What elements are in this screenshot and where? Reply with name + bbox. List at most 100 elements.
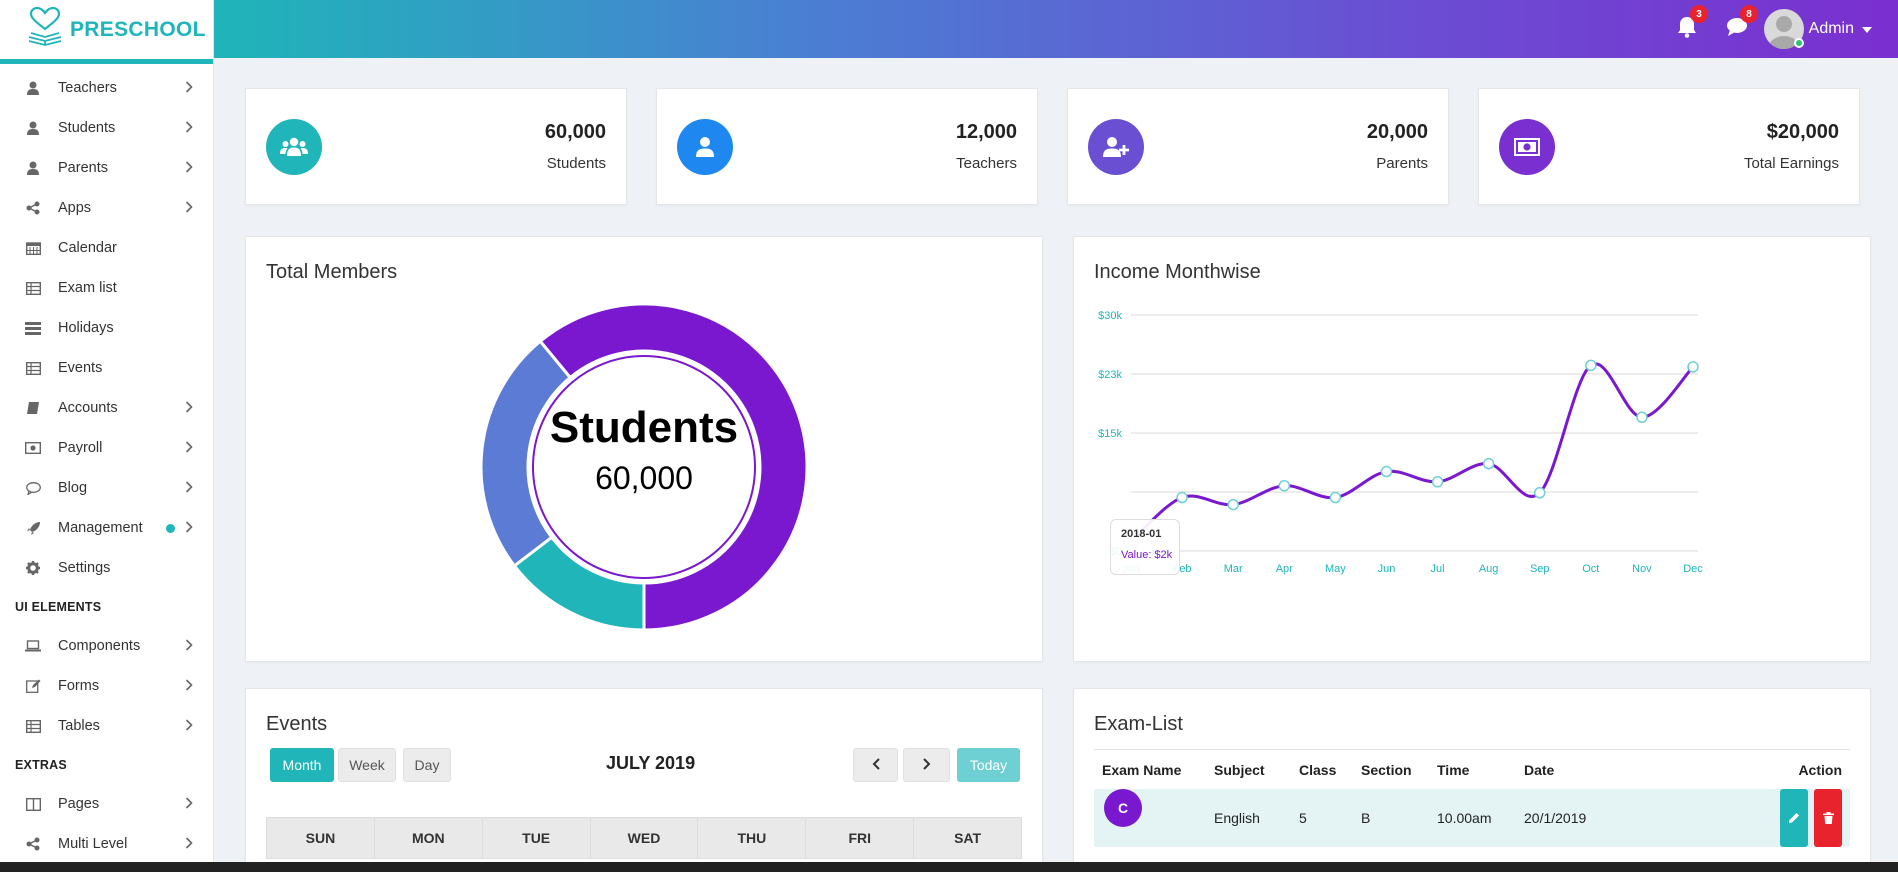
online-status-indicator bbox=[1793, 38, 1804, 48]
sidebar: PRESCHOOL Teachers Students Parents Apps… bbox=[0, 0, 214, 872]
data-point[interactable] bbox=[1380, 465, 1393, 478]
total-members-donut-chart: Students 60,000 bbox=[479, 302, 809, 632]
table-icon bbox=[24, 280, 42, 296]
prev-month-button[interactable] bbox=[853, 748, 898, 782]
stat-label: Students bbox=[546, 155, 606, 172]
x-tick-label: Sep bbox=[1530, 563, 1550, 575]
stat-value: 20,000 bbox=[1366, 121, 1428, 143]
exam-column-header: Class bbox=[1299, 761, 1337, 778]
sidebar-item-label: Accounts bbox=[58, 400, 118, 416]
sidebar-item-label: Apps bbox=[58, 200, 92, 216]
exam-column-header: Action bbox=[1798, 761, 1842, 778]
income-line-chart: $0$15k$23k$30kJanFebMarAprMayJunJulAugSe… bbox=[1098, 310, 1703, 575]
sidebar-item-label: Calendar bbox=[58, 240, 117, 256]
data-point[interactable] bbox=[1227, 498, 1239, 511]
sidebar-item-label: Holidays bbox=[58, 320, 114, 336]
messages-button[interactable]: 8 bbox=[1722, 5, 1758, 44]
gear-icon bbox=[24, 560, 42, 576]
data-point[interactable] bbox=[1329, 491, 1342, 504]
x-tick-label: Jun bbox=[1378, 563, 1396, 575]
chevron-right-icon bbox=[922, 757, 931, 773]
sidebar-item-forms[interactable]: Forms bbox=[0, 666, 213, 706]
calendar-header: SUN MON TUE WED THU FRI SAT bbox=[266, 817, 1022, 859]
donut-center-value: 60,000 bbox=[595, 460, 693, 496]
top-bar: 3 8 Admin bbox=[214, 0, 1898, 58]
data-point[interactable] bbox=[1176, 491, 1188, 504]
table-row: C English 5 B 10.00am 20/1/2019 bbox=[1094, 789, 1850, 847]
sidebar-item-accounts[interactable]: Accounts bbox=[0, 388, 213, 428]
calendar-day-header: THU bbox=[698, 818, 807, 858]
tooltip-title: 2018-01 bbox=[1121, 528, 1162, 540]
exam-table-header: Exam Name Subject Class Section Time Date Acti… bbox=[1094, 749, 1850, 789]
day-view-button[interactable]: Day bbox=[403, 748, 451, 782]
sidebar-item-payroll[interactable]: Payroll bbox=[0, 428, 213, 468]
chevron-right-icon bbox=[185, 200, 193, 216]
stat-value: $20,000 bbox=[1766, 121, 1839, 143]
exam-column-header: Subject bbox=[1214, 761, 1265, 778]
user-icon bbox=[677, 119, 733, 175]
sidebar-item-components[interactable]: Components bbox=[0, 626, 213, 666]
share-icon bbox=[24, 200, 42, 216]
sidebar-item-teachers[interactable]: Teachers bbox=[0, 68, 213, 108]
sidebar-item-label: Teachers bbox=[58, 80, 117, 96]
chart-tooltip: 2018-01 Value: $2k bbox=[1110, 519, 1180, 575]
sidebar-item-blog[interactable]: Blog bbox=[0, 468, 213, 508]
sidebar-item-label: Management bbox=[58, 520, 143, 536]
data-point[interactable] bbox=[1636, 411, 1648, 424]
sidebar-item-holidays[interactable]: Holidays bbox=[0, 308, 213, 348]
exam-time: 10.00am bbox=[1437, 810, 1492, 826]
donut-slice[interactable] bbox=[479, 339, 573, 568]
sidebar-nav: Teachers Students Parents Apps Calendar … bbox=[0, 64, 213, 864]
month-view-button[interactable]: Month bbox=[270, 748, 334, 782]
sidebar-section-ui-elements: UI ELEMENTS bbox=[15, 600, 102, 614]
trash-icon bbox=[1814, 789, 1842, 847]
y-tick-label: $23k bbox=[1098, 369, 1122, 381]
chevron-right-icon bbox=[185, 400, 193, 416]
user-menu[interactable]: Admin bbox=[1763, 9, 1872, 49]
messages-badge: 8 bbox=[1740, 5, 1758, 23]
sidebar-item-tables[interactable]: Tables bbox=[0, 706, 213, 746]
x-tick-label: Nov bbox=[1632, 563, 1652, 575]
sidebar-item-calendar[interactable]: Calendar bbox=[0, 228, 213, 268]
sidebar-item-parents[interactable]: Parents bbox=[0, 148, 213, 188]
sidebar-item-apps[interactable]: Apps bbox=[0, 188, 213, 228]
data-point[interactable] bbox=[1585, 359, 1597, 372]
sidebar-item-settings[interactable]: Settings bbox=[0, 548, 213, 588]
exam-date: 20/1/2019 bbox=[1524, 810, 1587, 826]
user-icon bbox=[24, 120, 42, 136]
today-button[interactable]: Today bbox=[957, 748, 1020, 782]
sidebar-item-label: Blog bbox=[58, 480, 88, 496]
x-tick-label: May bbox=[1325, 563, 1346, 575]
data-point[interactable] bbox=[1687, 361, 1699, 373]
money-icon bbox=[24, 440, 42, 456]
stat-card-total-earnings: $20,000 Total Earnings bbox=[1478, 88, 1860, 205]
data-point[interactable] bbox=[1482, 457, 1495, 470]
sidebar-item-students[interactable]: Students bbox=[0, 108, 213, 148]
exam-column-header: Section bbox=[1361, 761, 1412, 778]
y-tick-label: $30k bbox=[1098, 310, 1122, 322]
notifications-badge: 3 bbox=[1690, 5, 1708, 23]
sidebar-item-pages[interactable]: Pages bbox=[0, 784, 213, 824]
sidebar-item-management[interactable]: Management bbox=[0, 508, 213, 548]
notifications-button[interactable]: 3 bbox=[1672, 5, 1708, 44]
stat-label: Parents bbox=[1376, 155, 1428, 172]
x-tick-label: Apr bbox=[1276, 563, 1293, 575]
data-point[interactable] bbox=[1278, 479, 1291, 492]
sidebar-item-label: Payroll bbox=[58, 440, 103, 456]
exam-avatar: C bbox=[1104, 789, 1142, 827]
sidebar-item-events[interactable]: Events bbox=[0, 348, 213, 388]
sidebar-item-label: Exam list bbox=[58, 280, 117, 296]
sidebar-item-multi-level[interactable]: Multi Level bbox=[0, 824, 213, 864]
brand[interactable]: PRESCHOOL bbox=[0, 0, 213, 64]
table-icon bbox=[24, 718, 42, 734]
sidebar-item-label: Multi Level bbox=[58, 836, 128, 852]
chevron-right-icon bbox=[185, 480, 193, 496]
data-point[interactable] bbox=[1431, 476, 1444, 488]
events-card: Events Month Week Day JULY 2019 Today SU… bbox=[245, 688, 1043, 872]
week-view-button[interactable]: Week bbox=[338, 748, 396, 782]
next-month-button[interactable] bbox=[903, 748, 950, 782]
chevron-right-icon bbox=[185, 718, 193, 734]
sidebar-item-label: Forms bbox=[58, 678, 100, 694]
sidebar-item-exam-list[interactable]: Exam list bbox=[0, 268, 213, 308]
data-point[interactable] bbox=[1533, 487, 1546, 499]
